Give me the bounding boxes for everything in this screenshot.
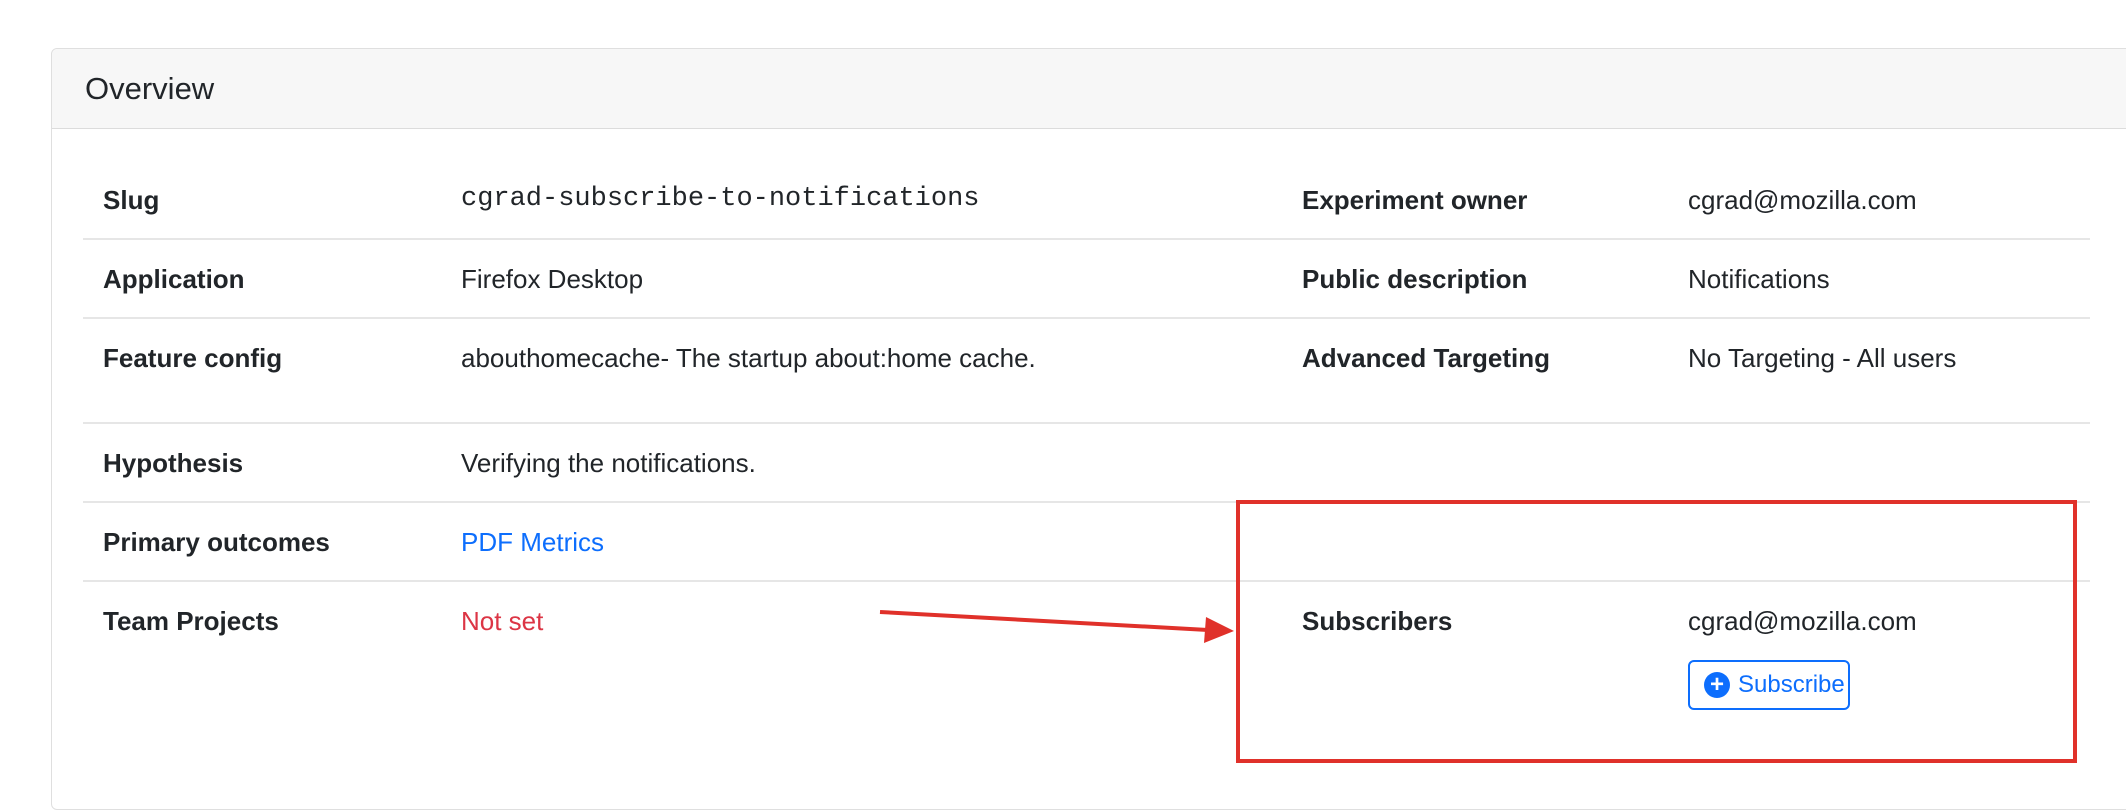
feature-config-value: abouthomecache- The startup about:home c… <box>461 343 1036 373</box>
advanced-targeting-value: No Targeting - All users <box>1688 343 1957 373</box>
table-row-divider <box>83 580 2090 582</box>
primary-outcomes-label: Primary outcomes <box>103 527 330 557</box>
slug-label: Slug <box>103 185 160 215</box>
subscribers-label: Subscribers <box>1302 606 1453 636</box>
advanced-targeting-label: Advanced Targeting <box>1302 343 1551 373</box>
subscribe-button[interactable]: + Subscribe <box>1688 660 1850 710</box>
table-row-divider <box>83 501 2090 503</box>
subscribe-button-label: Subscribe <box>1738 671 1845 698</box>
table-row-divider <box>83 422 2090 424</box>
team-projects-label: Team Projects <box>103 606 279 636</box>
experiment-owner-label: Experiment owner <box>1302 185 1528 215</box>
hypothesis-value: Verifying the notifications. <box>461 448 756 478</box>
card-title: Overview <box>85 71 215 106</box>
card-header: Overview <box>52 49 2126 129</box>
application-label: Application <box>103 264 245 294</box>
plus-circle-icon: + <box>1704 672 1730 698</box>
public-description-value: Notifications <box>1688 264 1830 294</box>
table-row-divider <box>83 317 2090 319</box>
slug-value: cgrad-subscribe-to-notifications <box>461 184 980 214</box>
pdf-metrics-link[interactable]: PDF Metrics <box>461 526 604 558</box>
application-value: Firefox Desktop <box>461 264 644 294</box>
experiment-owner-value: cgrad@mozilla.com <box>1688 185 1917 215</box>
feature-config-label: Feature config <box>103 343 283 373</box>
public-description-label: Public description <box>1302 264 1528 294</box>
hypothesis-label: Hypothesis <box>103 448 244 478</box>
table-row-divider <box>83 238 2090 240</box>
team-projects-value: Not set <box>461 606 544 636</box>
subscriber-email: cgrad@mozilla.com <box>1688 606 1917 636</box>
